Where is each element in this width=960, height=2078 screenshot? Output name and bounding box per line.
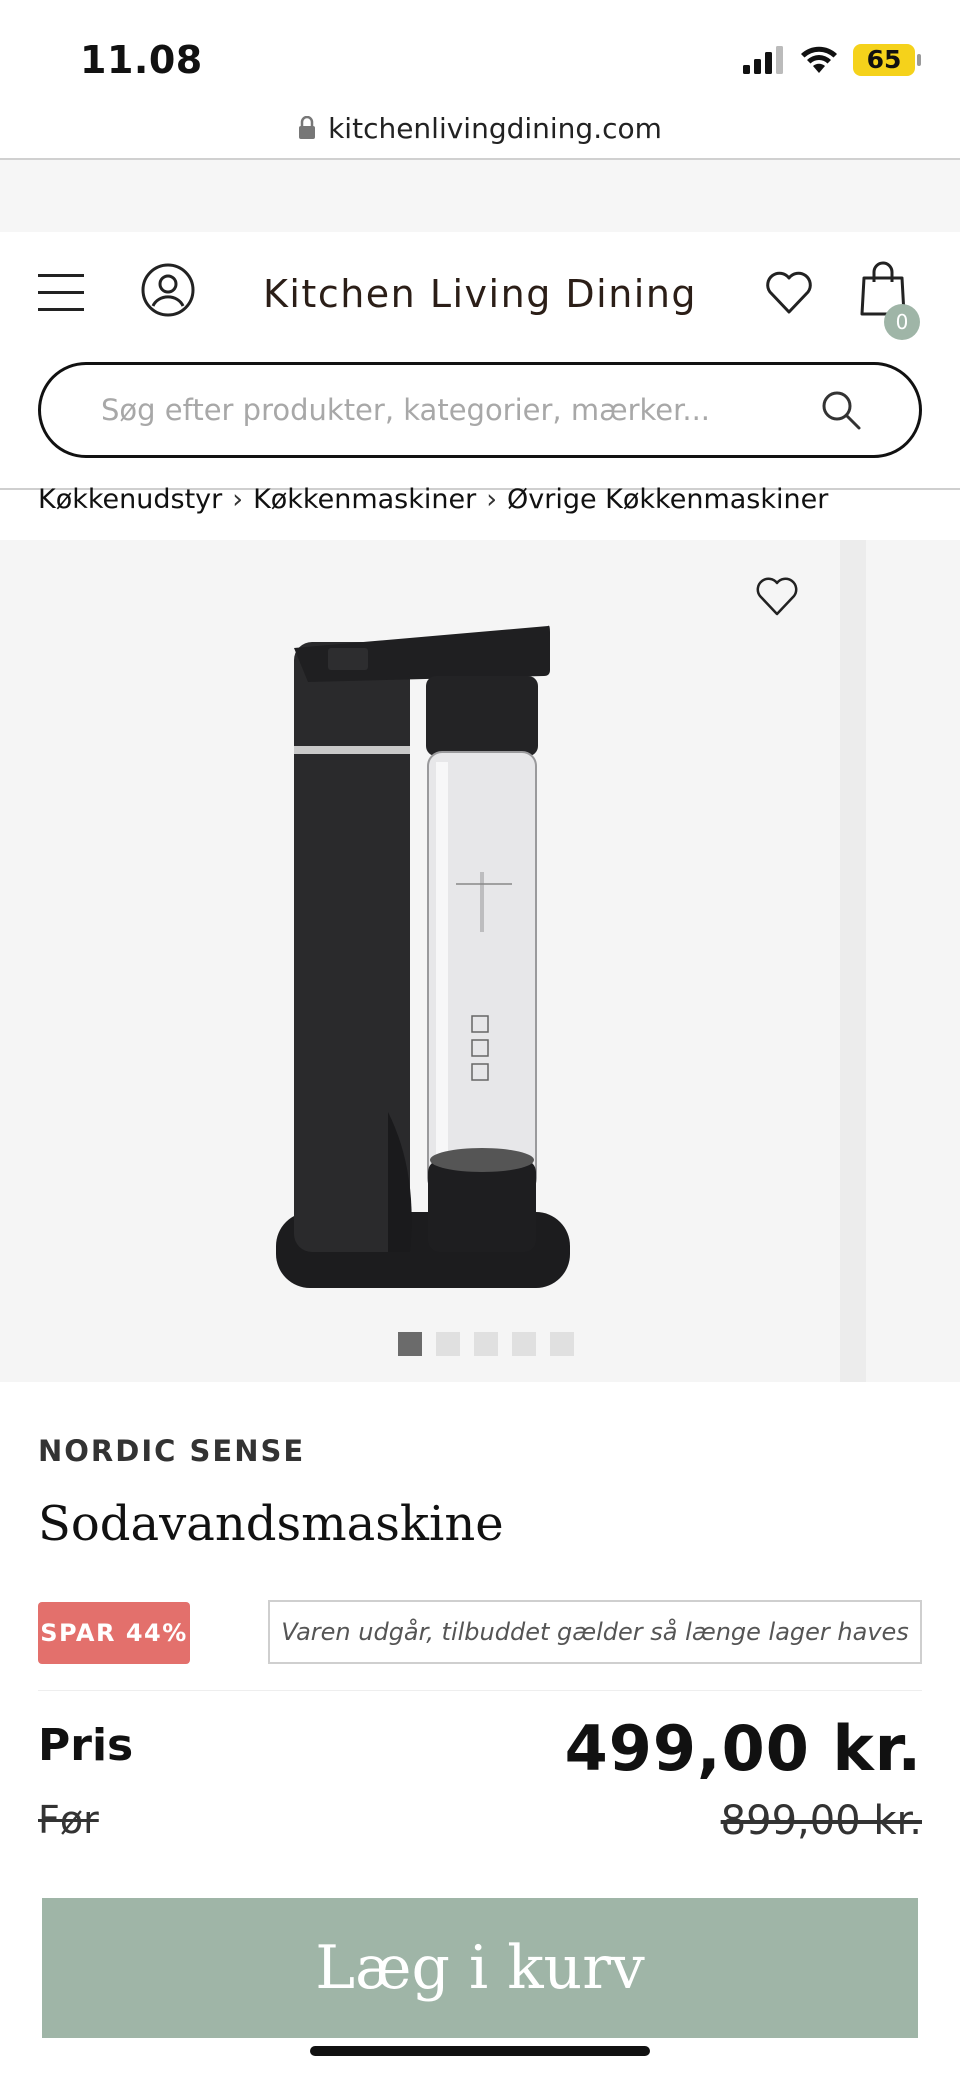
url-text: kitchenlivingdining.com [328, 111, 662, 145]
breadcrumb-separator: › [486, 484, 498, 515]
gallery-dot[interactable] [436, 1332, 460, 1356]
site-logo[interactable]: Kitchen Living Dining [0, 272, 960, 316]
status-bar: 11.08 65 [0, 0, 960, 100]
before-price-label: Før [38, 1798, 99, 1842]
add-to-cart-button[interactable]: Læg i kurv [42, 1898, 918, 2038]
gallery-dot[interactable] [550, 1332, 574, 1356]
product-title: Sodavandsmaskine [38, 1496, 504, 1552]
breadcrumb-item[interactable]: Køkkenudstyr [38, 484, 222, 515]
divider [38, 1690, 922, 1691]
banner-strip [0, 160, 960, 232]
product-brand[interactable]: NORDIC SENSE [38, 1434, 305, 1468]
gallery-dot[interactable] [512, 1332, 536, 1356]
home-indicator[interactable] [310, 2046, 650, 2056]
site-header: Kitchen Living Dining 0 [0, 232, 960, 357]
signal-icon [743, 46, 783, 74]
search-icon[interactable] [819, 388, 863, 432]
battery-level: 65 [866, 45, 902, 74]
gallery-next-slide[interactable] [866, 540, 960, 1382]
discount-badge: SPAR 44% [38, 1602, 190, 1664]
gallery-pagination [398, 1332, 574, 1356]
status-time: 11.08 [80, 38, 203, 82]
stock-notice: Varen udgår, tilbuddet gælder så længe l… [268, 1600, 922, 1664]
battery-charging-icon: 65 [853, 44, 921, 76]
breadcrumb: Køkkenudstyr › Køkkenmaskiner › Øvrige K… [38, 484, 828, 515]
wishlist-heart-icon[interactable] [754, 574, 800, 620]
status-icons: 65 [743, 40, 921, 80]
product-image [276, 625, 570, 1288]
price-label: Pris [38, 1720, 134, 1771]
gallery-dot[interactable] [474, 1332, 498, 1356]
breadcrumb-item[interactable]: Køkkenmaskiner [253, 484, 476, 515]
gallery-divider [840, 540, 866, 1382]
search-input[interactable] [101, 393, 819, 427]
gallery-dot[interactable] [398, 1332, 422, 1356]
before-price: 899,00 kr. [720, 1798, 922, 1844]
search-bar [38, 362, 922, 458]
heart-icon[interactable] [764, 268, 814, 318]
cart-count-badge: 0 [884, 304, 920, 340]
breadcrumb-item[interactable]: Øvrige Køkkenmaskiner [507, 484, 828, 515]
wifi-icon [801, 46, 837, 73]
breadcrumb-separator: › [232, 484, 244, 515]
lock-icon [299, 116, 316, 139]
current-price: 499,00 kr. [564, 1712, 922, 1785]
address-bar[interactable]: kitchenlivingdining.com [0, 98, 960, 158]
